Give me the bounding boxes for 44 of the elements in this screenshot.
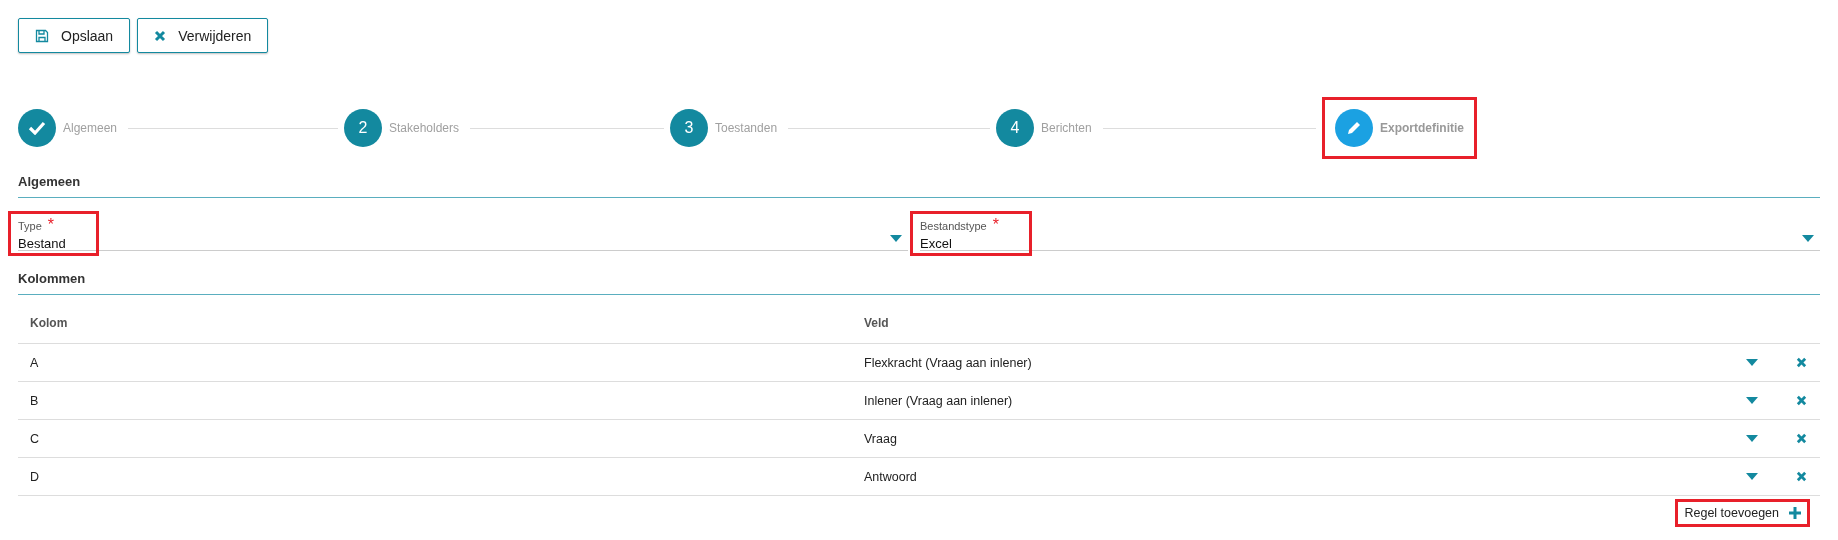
- column-header: Veld: [863, 316, 890, 330]
- step-number[interactable]: 2: [344, 109, 382, 147]
- section-title: Algemeen: [18, 174, 81, 189]
- section-title: Kolommen: [18, 271, 86, 286]
- step-number[interactable]: 3: [670, 109, 708, 147]
- step-label[interactable]: Stakeholders: [389, 121, 460, 135]
- dropdown-icon[interactable]: [1746, 397, 1758, 404]
- step-label[interactable]: Exportdefinitie: [1380, 121, 1464, 135]
- check-icon[interactable]: [18, 109, 56, 147]
- dropdown-icon[interactable]: [1746, 473, 1758, 480]
- step-label[interactable]: Algemeen: [63, 121, 118, 135]
- delete-button[interactable]: Verwijderen: [137, 18, 269, 53]
- required-mark: *: [992, 216, 999, 233]
- close-icon: [154, 29, 167, 42]
- step-number[interactable]: 4: [996, 109, 1034, 147]
- table-cell-text: C: [29, 431, 41, 446]
- delete-icon[interactable]: [1795, 357, 1807, 368]
- dropdown-icon[interactable]: [890, 235, 902, 242]
- dropdown-icon[interactable]: [1746, 435, 1758, 442]
- table-cell-text: Inlener (Vraag aan inlener): [863, 393, 1014, 408]
- save-icon: [35, 28, 49, 43]
- table-cell-text: B: [29, 393, 40, 408]
- add-row-button[interactable]: Regel toevoegen: [1684, 504, 1801, 522]
- dropdown-icon[interactable]: [1746, 359, 1758, 366]
- dropdown-icon[interactable]: [1802, 235, 1814, 242]
- step-label[interactable]: Toestanden: [715, 121, 778, 135]
- plus-icon: [1789, 507, 1801, 519]
- table-cell-text: D: [29, 469, 41, 484]
- step-label[interactable]: Berichten: [1041, 121, 1092, 135]
- save-button[interactable]: Opslaan: [18, 18, 131, 53]
- delete-icon[interactable]: [1795, 433, 1807, 444]
- pencil-icon[interactable]: [1335, 109, 1373, 147]
- table-cell-text: Vraag: [863, 431, 898, 446]
- field-value: Excel: [920, 236, 953, 251]
- field-value: Bestand: [18, 236, 66, 251]
- delete-icon[interactable]: [1795, 471, 1807, 482]
- table-cell-text: Antwoord: [863, 469, 918, 484]
- table-cell-text: Flexkracht (Vraag aan inlener): [863, 355, 1033, 370]
- table-cell-text: A: [29, 355, 40, 370]
- delete-icon[interactable]: [1795, 395, 1807, 406]
- field-label: Bestandstype: [920, 220, 987, 232]
- column-header: Kolom: [29, 316, 69, 330]
- field-label: Type: [18, 220, 42, 232]
- required-mark: *: [47, 216, 55, 233]
